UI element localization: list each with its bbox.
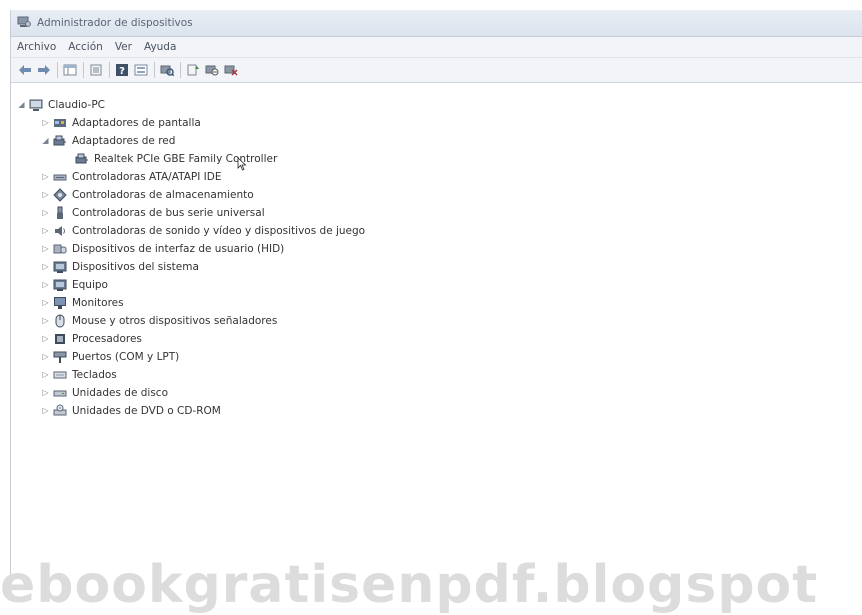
- keyboard-icon: [53, 368, 67, 382]
- tree-item-controladoras-sonido[interactable]: ▷ Controladoras de sonido y vídeo y disp…: [41, 222, 365, 239]
- expand-arrow-icon[interactable]: ▷: [41, 370, 50, 379]
- tree-item-label: Unidades de disco: [72, 386, 169, 399]
- expand-arrow-icon[interactable]: ▷: [41, 298, 50, 307]
- update-driver-icon[interactable]: [185, 62, 201, 78]
- tree-item-adaptadores-pantalla[interactable]: ▷ Adaptadores de pantalla: [41, 114, 201, 131]
- toolbar-separator: [109, 62, 110, 78]
- expand-arrow-icon[interactable]: ▷: [41, 244, 50, 253]
- tree-child-label: Realtek PCIe GBE Family Controller: [94, 152, 278, 165]
- storage-controller-icon: [53, 187, 67, 202]
- tree-item-label: Controladoras de sonido y vídeo y dispos…: [72, 224, 366, 237]
- forward-icon[interactable]: [36, 62, 52, 78]
- expand-arrow-icon[interactable]: ▷: [41, 118, 50, 127]
- view-icon[interactable]: [133, 62, 149, 78]
- tree-item-label: Mouse y otros dispositivos señaladores: [72, 314, 278, 327]
- tree-item-procesadores[interactable]: ▷ Procesadores: [41, 330, 142, 347]
- tree-item-label: Adaptadores de pantalla: [72, 116, 201, 129]
- mouse-icon: [53, 314, 67, 328]
- usb-icon: [53, 206, 67, 220]
- tree-item-label: Controladoras ATA/ATAPI IDE: [72, 170, 222, 183]
- tree-item-label: Equipo: [72, 278, 108, 291]
- tree-item-label: Dispositivos del sistema: [72, 260, 199, 273]
- tree-item-teclados[interactable]: ▷ Teclados: [41, 366, 117, 383]
- tree-item-label: Controladoras de bus serie universal: [72, 206, 265, 219]
- hid-icon: [53, 242, 67, 256]
- tree-root-label: Claudio-PC: [48, 98, 105, 111]
- tree-item-controladoras-usb[interactable]: ▷ Controladoras de bus serie universal: [41, 204, 265, 221]
- tree-item-label: Monitores: [72, 296, 124, 309]
- dvd-drive-icon: [53, 404, 67, 418]
- tree-root[interactable]: ◢ Claudio-PC: [17, 96, 105, 113]
- tree-item-equipo[interactable]: ▷ Equipo: [41, 276, 108, 293]
- mouse-cursor-icon: [237, 157, 247, 174]
- toolbar-separator: [83, 62, 84, 78]
- uninstall-icon[interactable]: [223, 62, 239, 78]
- tree-child-realtek-controller[interactable]: Realtek PCIe GBE Family Controller: [75, 150, 277, 171]
- menu-ayuda[interactable]: Ayuda: [144, 41, 176, 53]
- computer-icon: [53, 278, 67, 292]
- tree-item-controladoras-almacenamiento[interactable]: ▷ Controladoras de almacenamiento: [41, 186, 254, 203]
- collapse-arrow-icon[interactable]: ◢: [17, 100, 26, 109]
- tree-item-adaptadores-red[interactable]: ◢ Adaptadores de red: [41, 132, 175, 149]
- expand-arrow-icon[interactable]: ▷: [41, 262, 50, 271]
- properties-icon[interactable]: [88, 62, 104, 78]
- disable-device-icon[interactable]: [204, 62, 220, 78]
- expand-arrow-icon[interactable]: ▷: [41, 208, 50, 217]
- window-title: Administrador de dispositivos: [37, 17, 193, 29]
- computer-root-icon: [29, 98, 43, 112]
- expand-arrow-icon[interactable]: ▷: [41, 316, 50, 325]
- ide-controller-icon: [53, 170, 67, 184]
- scan-hardware-icon[interactable]: [159, 62, 175, 78]
- device-manager-window: Administrador de dispositivos Archivo Ac…: [10, 10, 862, 601]
- help-icon[interactable]: ?: [114, 62, 130, 78]
- toolbar-separator: [154, 62, 155, 78]
- monitor-icon: [53, 296, 67, 310]
- disk-drive-icon: [53, 386, 67, 400]
- title-bar[interactable]: Administrador de dispositivos: [11, 10, 862, 37]
- expand-arrow-icon[interactable]: ▷: [41, 406, 50, 415]
- network-adapter-icon: [53, 134, 67, 148]
- sound-icon: [53, 224, 67, 238]
- network-card-icon: [75, 152, 89, 166]
- tree-item-label: Puertos (COM y LPT): [72, 350, 180, 363]
- expand-arrow-icon[interactable]: ▷: [41, 334, 50, 343]
- tree-item-dispositivos-hid[interactable]: ▷ Dispositivos de interfaz de usuario (H…: [41, 240, 284, 257]
- back-icon[interactable]: [17, 62, 33, 78]
- tree-item-mouse[interactable]: ▷ Mouse y otros dispositivos señaladores: [41, 312, 277, 329]
- device-manager-app-icon: [17, 16, 31, 31]
- expand-arrow-icon[interactable]: ▷: [41, 352, 50, 361]
- tree-item-label: Procesadores: [72, 332, 142, 345]
- menu-bar: Archivo Acción Ver Ayuda: [11, 37, 862, 58]
- collapse-arrow-icon[interactable]: ◢: [41, 136, 50, 145]
- menu-ver[interactable]: Ver: [115, 41, 132, 53]
- menu-accion[interactable]: Acción: [68, 41, 103, 53]
- show-hide-tree-icon[interactable]: [62, 62, 78, 78]
- port-icon: [53, 350, 67, 364]
- tree-item-label: Unidades de DVD o CD-ROM: [72, 404, 221, 417]
- system-devices-icon: [53, 260, 67, 274]
- tree-item-unidades-disco[interactable]: ▷ Unidades de disco: [41, 384, 168, 401]
- tree-item-label: Adaptadores de red: [72, 134, 176, 147]
- device-tree: ◢ Claudio-PC ▷ Adaptadores de pantalla ◢…: [11, 92, 862, 601]
- menu-archivo[interactable]: Archivo: [17, 41, 56, 53]
- display-adapter-icon: [53, 116, 67, 130]
- expand-arrow-icon[interactable]: ▷: [41, 280, 50, 289]
- toolbar-separator: [57, 62, 58, 78]
- toolbar: ?: [11, 58, 862, 83]
- processor-icon: [53, 332, 67, 346]
- svg-text:?: ?: [119, 66, 125, 76]
- tree-item-dispositivos-sistema[interactable]: ▷ Dispositivos del sistema: [41, 258, 199, 275]
- tree-item-label: Controladoras de almacenamiento: [72, 188, 254, 201]
- expand-arrow-icon[interactable]: ▷: [41, 172, 50, 181]
- expand-arrow-icon[interactable]: ▷: [41, 190, 50, 199]
- tree-item-label: Teclados: [72, 368, 117, 381]
- tree-item-unidades-dvd[interactable]: ▷ Unidades de DVD o CD-ROM: [41, 402, 221, 419]
- tree-item-label: Dispositivos de interfaz de usuario (HID…: [72, 242, 285, 255]
- expand-arrow-icon[interactable]: ▷: [41, 388, 50, 397]
- tree-item-controladoras-ata[interactable]: ▷ Controladoras ATA/ATAPI IDE: [41, 168, 221, 185]
- tree-item-monitores[interactable]: ▷ Monitores: [41, 294, 124, 311]
- toolbar-separator: [180, 62, 181, 78]
- expand-arrow-icon[interactable]: ▷: [41, 226, 50, 235]
- tree-item-puertos[interactable]: ▷ Puertos (COM y LPT): [41, 348, 179, 365]
